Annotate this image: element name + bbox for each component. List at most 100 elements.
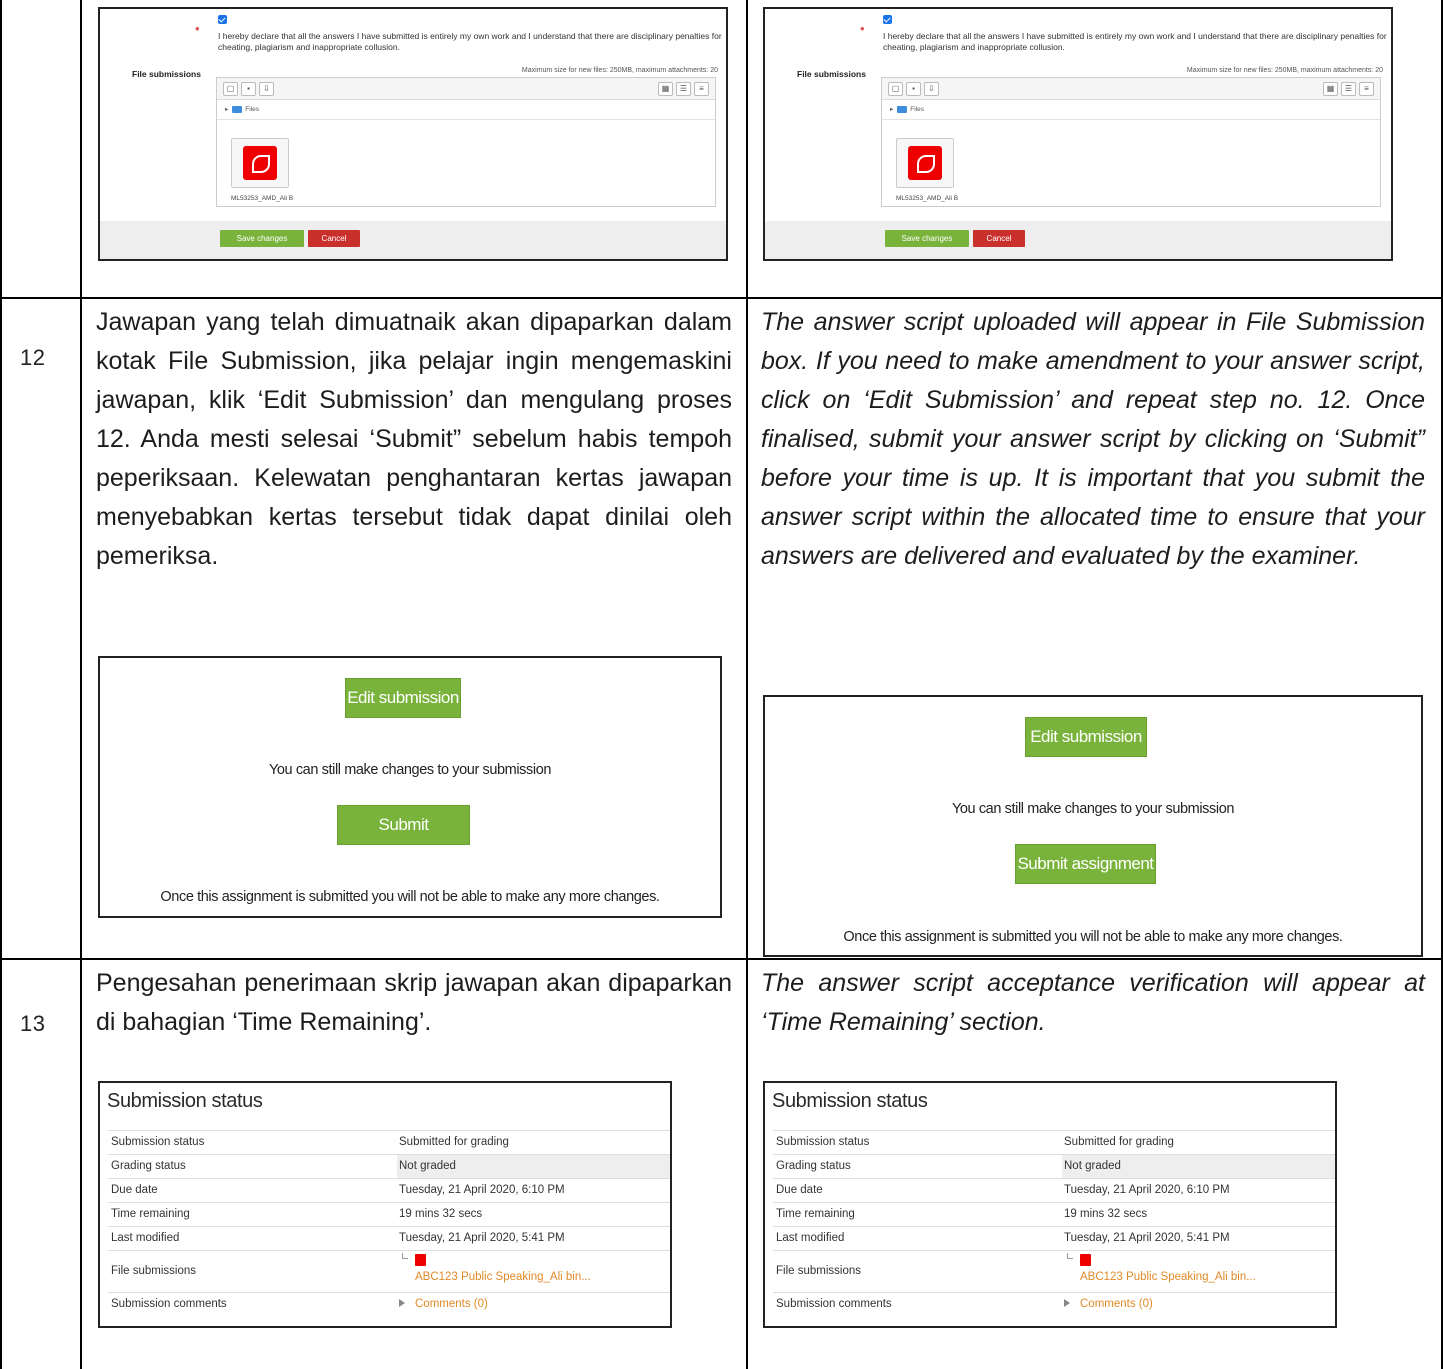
table-border: [746, 0, 748, 1369]
submitted-file-link[interactable]: ABC123 Public Speaking_Ali bin...: [1080, 1271, 1256, 1283]
declaration-text: I hereby declare that all the answers I …: [218, 31, 722, 52]
comments-toggle[interactable]: Comments (0): [1064, 1298, 1153, 1310]
status-row: Submission status Submitted for grading: [773, 1130, 1335, 1154]
status-row: Last modified Tuesday, 21 April 2020, 5:…: [773, 1226, 1335, 1250]
step12-instruction-english: The answer script uploaded will appear i…: [761, 308, 1425, 570]
create-folder-icon[interactable]: ▪: [906, 82, 921, 96]
row-value: Tuesday, 21 April 2020, 5:41 PM: [1064, 1232, 1230, 1244]
table-border: [80, 0, 82, 1369]
grid-view-icon[interactable]: ▦: [658, 82, 673, 96]
declaration-checkbox[interactable]: [883, 15, 892, 24]
declaration-text: I hereby declare that all the answers I …: [883, 31, 1387, 52]
save-changes-button[interactable]: Save changes: [220, 230, 304, 247]
max-size-note: Maximum size for new files: 250MB, maxim…: [521, 67, 718, 74]
file-manager-toolbar: ▢ ▪ ⇩ ▦ ☰ ≡: [217, 78, 715, 100]
row-label: Time remaining: [776, 1208, 855, 1220]
table-border: [0, 297, 1443, 299]
row-value: Not graded: [399, 1160, 456, 1172]
required-marker: •: [860, 21, 865, 36]
row-label: Due date: [776, 1184, 823, 1196]
tree-view-icon[interactable]: ≡: [694, 82, 709, 96]
status-row: Last modified Tuesday, 21 April 2020, 5:…: [108, 1226, 670, 1250]
submission-status-title: Submission status: [772, 1090, 928, 1112]
cancel-button[interactable]: Cancel: [973, 230, 1025, 247]
submit-assignment-button[interactable]: Submit assignment: [1015, 844, 1156, 884]
form-footer: Save changes Cancel: [100, 221, 726, 259]
row-label: Time remaining: [111, 1208, 190, 1220]
row-value: 19 mins 32 secs: [399, 1208, 483, 1220]
row-value: Tuesday, 21 April 2020, 6:10 PM: [399, 1184, 565, 1196]
folder-icon: [232, 105, 243, 113]
step13-instruction-malay: Pengesahan penerimaan skrip jawapan akan…: [96, 969, 732, 1036]
row-label: Grading status: [111, 1160, 186, 1172]
uploaded-file-tile[interactable]: [231, 138, 289, 188]
row-label: File submissions: [111, 1265, 196, 1277]
comments-link[interactable]: Comments (0): [415, 1298, 488, 1310]
tree-connector: [402, 1253, 408, 1259]
pdf-file-icon: [415, 1254, 426, 1266]
row-value: Tuesday, 21 April 2020, 6:10 PM: [1064, 1184, 1230, 1196]
submission-status-screenshot-en: Submission status Submission status Subm…: [763, 1081, 1337, 1328]
still-change-note: You can still make changes to your submi…: [268, 762, 552, 778]
row-label: Last modified: [776, 1232, 845, 1244]
submitted-file-link[interactable]: ABC123 Public Speaking_Ali bin...: [415, 1271, 591, 1283]
folder-icon: [897, 105, 908, 113]
status-row: Time remaining 19 mins 32 secs: [108, 1202, 670, 1226]
file-submissions-label: File submissions: [797, 69, 866, 79]
add-file-icon[interactable]: ▢: [888, 82, 903, 96]
add-file-icon[interactable]: ▢: [223, 82, 238, 96]
list-view-icon[interactable]: ☰: [676, 82, 691, 96]
create-folder-icon[interactable]: ▪: [241, 82, 256, 96]
download-icon[interactable]: ⇩: [924, 82, 939, 96]
tree-view-icon[interactable]: ≡: [1359, 82, 1374, 96]
comments-toggle[interactable]: Comments (0): [399, 1298, 488, 1310]
save-changes-button[interactable]: Save changes: [885, 230, 969, 247]
step13-instruction-english: The answer script acceptance verificatio…: [761, 969, 1425, 1036]
step-number-13: 13: [20, 1011, 46, 1036]
grid-view-icon[interactable]: ▦: [1323, 82, 1338, 96]
row-value: Submitted for grading: [399, 1136, 509, 1148]
file-path[interactable]: ▸ Files: [217, 100, 715, 120]
step12-instruction-malay: Jawapan yang telah dimuatnaik akan dipap…: [96, 308, 732, 570]
status-row: Due date Tuesday, 21 April 2020, 6:10 PM: [773, 1178, 1335, 1202]
status-row: Time remaining 19 mins 32 secs: [773, 1202, 1335, 1226]
pdf-file-icon: [908, 146, 942, 180]
file-manager-toolbar: ▢ ▪ ⇩ ▦ ☰ ≡: [882, 78, 1380, 100]
row-value: Tuesday, 21 April 2020, 5:41 PM: [399, 1232, 565, 1244]
submission-status-screenshot-ms: Submission status Submission status Subm…: [98, 1081, 672, 1328]
comments-link[interactable]: Comments (0): [1080, 1298, 1153, 1310]
cancel-button[interactable]: Cancel: [308, 230, 360, 247]
uploaded-file-tile[interactable]: [896, 138, 954, 188]
row-label: Due date: [111, 1184, 158, 1196]
status-row: Grading status Not graded: [108, 1154, 670, 1178]
download-icon[interactable]: ⇩: [259, 82, 274, 96]
status-row: Grading status Not graded: [773, 1154, 1335, 1178]
file-submissions-label: File submissions: [132, 69, 201, 79]
required-marker: •: [195, 21, 200, 36]
edit-submission-button[interactable]: Edit submission: [345, 678, 461, 718]
uploaded-file-name: ML53253_AMD_Ali B: [896, 195, 959, 202]
row-value: Not graded: [1064, 1160, 1121, 1172]
still-change-note: You can still make changes to your submi…: [951, 801, 1235, 817]
submit-assignment-button[interactable]: Submit assignment: [337, 805, 470, 872]
tree-connector: [1067, 1253, 1073, 1259]
list-view-icon[interactable]: ☰: [1341, 82, 1356, 96]
files-folder-label: Files: [910, 106, 924, 113]
status-row: Due date Tuesday, 21 April 2020, 6:10 PM: [108, 1178, 670, 1202]
row-label: Submission comments: [111, 1298, 227, 1310]
row-label: File submissions: [776, 1265, 861, 1277]
status-row: Submission comments Comments (0): [773, 1292, 1335, 1316]
max-size-note: Maximum size for new files: 250MB, maxim…: [1186, 67, 1383, 74]
table-border: [0, 0, 2, 1369]
file-submission-form-screenshot-ms: • I hereby declare that all the answers …: [98, 7, 728, 261]
declaration-checkbox[interactable]: [218, 15, 227, 24]
pdf-file-icon: [243, 146, 277, 180]
row-label: Last modified: [111, 1232, 180, 1244]
table-border: [0, 958, 1443, 960]
edit-submission-button[interactable]: Edit submission: [1025, 717, 1147, 757]
file-path[interactable]: ▸ Files: [882, 100, 1380, 120]
edit-submission-screenshot-ms: Edit submission You can still make chang…: [98, 656, 722, 918]
row-label: Grading status: [776, 1160, 851, 1172]
pdf-file-icon: [1080, 1254, 1091, 1266]
row-label: Submission comments: [776, 1298, 892, 1310]
